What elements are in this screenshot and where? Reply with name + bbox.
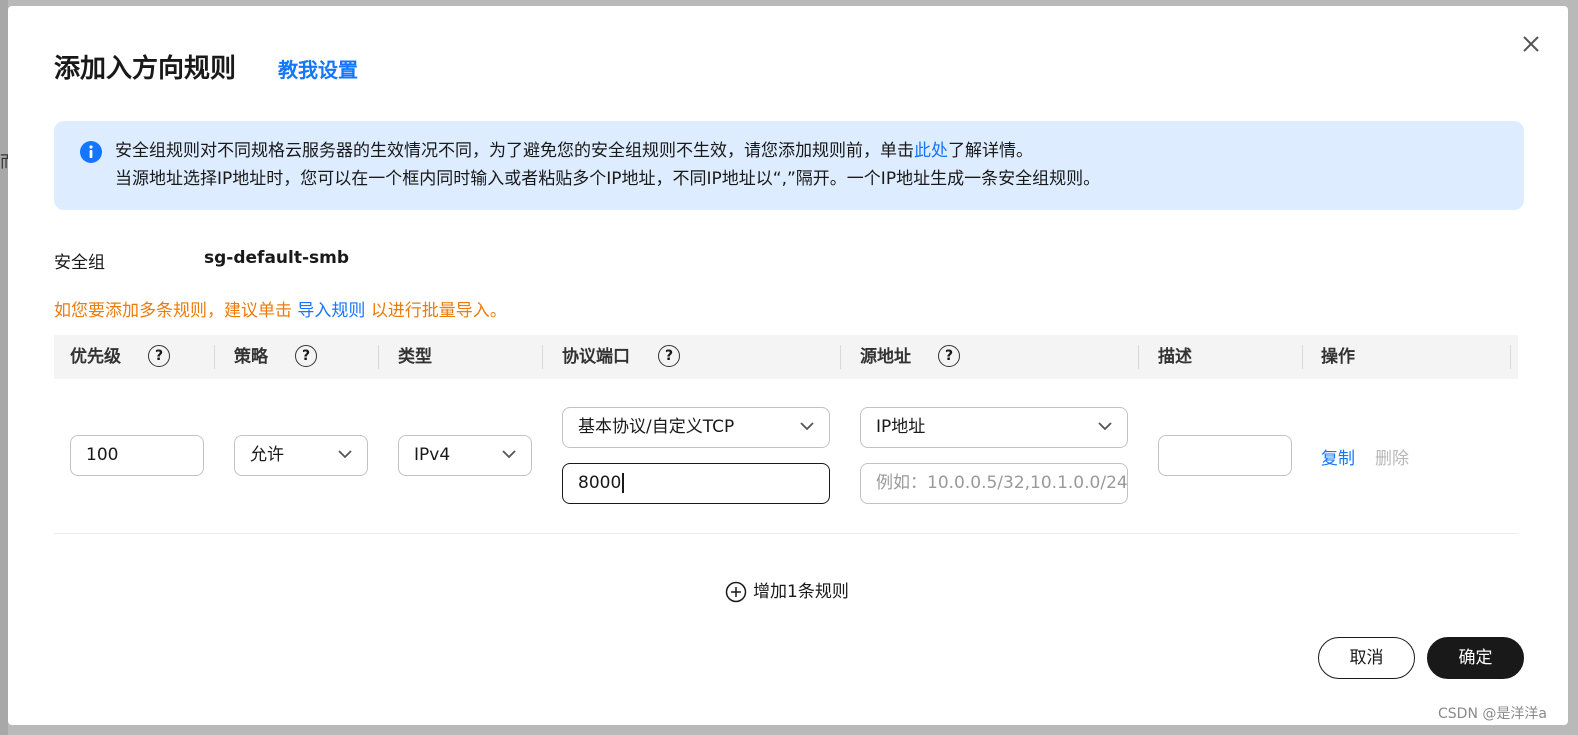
priority-input[interactable]: 100 — [70, 435, 204, 476]
header-divider — [1138, 345, 1139, 369]
header-divider — [542, 345, 543, 369]
chevron-down-icon — [1098, 422, 1112, 431]
info-icon — [80, 141, 102, 163]
copy-rule-link[interactable]: 复制 — [1321, 444, 1355, 469]
plus-circle-icon — [725, 581, 747, 603]
header-description: 描述 — [1158, 347, 1192, 367]
header-type: 类型 — [398, 347, 432, 367]
notice-line-1: 安全组规则对不同规格云服务器的生效情况不同，为了避免您的安全组规则不生效，请您添… — [115, 137, 1033, 165]
csdn-watermark: CSDN @是洋洋a — [1438, 706, 1547, 722]
header-divider — [1302, 345, 1303, 369]
security-group-label: 安全组 — [54, 253, 105, 273]
header-policy: 策略 — [234, 347, 268, 367]
notice-details-link[interactable]: 此处 — [914, 141, 948, 161]
source-address-input[interactable]: 例如：10.0.0.5/32,10.1.0.0/24 — [860, 463, 1128, 504]
source-type-select[interactable]: IP地址 — [860, 407, 1128, 448]
policy-select-value: 允许 — [250, 445, 284, 465]
add-inbound-rule-dialog: 添加入方向规则 教我设置 安全组规则对不同规格云服务器的生效情况不同，为了避免您… — [8, 6, 1568, 725]
header-priority: 优先级 — [70, 347, 121, 367]
row-divider — [54, 533, 1518, 534]
text-cursor — [622, 473, 624, 493]
source-address-placeholder: 例如：10.0.0.5/32,10.1.0.0/24 — [876, 473, 1128, 493]
confirm-button[interactable]: 确定 — [1427, 637, 1524, 679]
add-rule-button[interactable]: 增加1条规则 — [725, 577, 849, 603]
delete-rule-link: 删除 — [1375, 449, 1409, 469]
dialog-title: 添加入方向规则 — [54, 54, 237, 84]
import-rules-link[interactable]: 导入规则 — [297, 301, 365, 321]
type-select-value: IPv4 — [414, 445, 451, 465]
background-page-strip — [0, 0, 8, 735]
rules-table-header: 优先级 ? 策略 ? 类型 协议端口 ? 源地址 ? 描述 操作 — [54, 335, 1518, 379]
notice-line-2: 当源地址选择IP地址时，您可以在一个框内同时输入或者粘贴多个IP地址，不同IP地… — [115, 169, 1101, 189]
add-rule-label: 增加1条规则 — [753, 582, 849, 602]
chevron-down-icon — [800, 422, 814, 431]
header-action: 操作 — [1321, 347, 1355, 367]
import-tip-suffix: 以进行批量导入。 — [370, 301, 507, 321]
notice-line-1-prefix: 安全组规则对不同规格云服务器的生效情况不同，为了避免您的安全组规则不生效，请您添… — [115, 141, 914, 161]
header-divider — [214, 345, 215, 369]
cancel-button[interactable]: 取消 — [1318, 637, 1415, 679]
chevron-down-icon — [338, 450, 352, 459]
header-protocol-port: 协议端口 — [562, 347, 630, 367]
header-divider — [840, 345, 841, 369]
port-input[interactable]: 8000 — [562, 463, 830, 504]
notice-line-1-suffix: 了解详情。 — [948, 141, 1033, 161]
protocol-select[interactable]: 基本协议/自定义TCP — [562, 407, 830, 448]
description-input[interactable] — [1158, 435, 1292, 476]
teach-me-link[interactable]: 教我设置 — [278, 54, 358, 83]
info-notice: 安全组规则对不同规格云服务器的生效情况不同，为了避免您的安全组规则不生效，请您添… — [54, 121, 1524, 210]
source-type-select-value: IP地址 — [876, 417, 926, 437]
policy-select[interactable]: 允许 — [234, 435, 368, 476]
chevron-down-icon — [502, 450, 516, 459]
policy-help-icon[interactable]: ? — [295, 345, 317, 367]
source-help-icon[interactable]: ? — [938, 345, 960, 367]
port-input-value: 8000 — [578, 473, 622, 493]
type-select[interactable]: IPv4 — [398, 435, 532, 476]
protocol-port-help-icon[interactable]: ? — [658, 345, 680, 367]
header-source: 源地址 — [860, 347, 911, 367]
security-group-value: sg-default-smb — [204, 248, 350, 268]
header-divider — [378, 345, 379, 369]
header-divider — [1510, 345, 1511, 369]
priority-help-icon[interactable]: ? — [148, 345, 170, 367]
import-tip-prefix: 如您要添加多条规则，建议单击 — [54, 301, 292, 321]
close-icon[interactable] — [1517, 30, 1545, 58]
protocol-select-value: 基本协议/自定义TCP — [578, 417, 735, 437]
import-tip: 如您要添加多条规则，建议单击 导入规则 以进行批量导入。 — [54, 296, 507, 321]
